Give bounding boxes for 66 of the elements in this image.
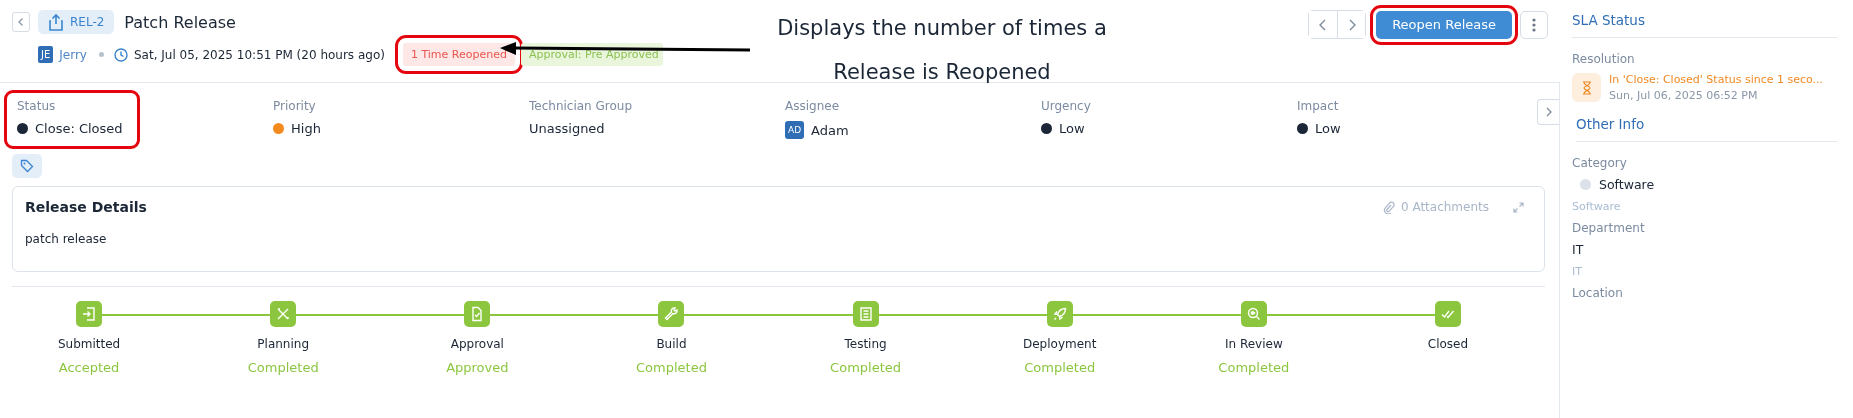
release-title: Patch Release <box>124 12 236 32</box>
field-label: Category <box>1572 156 1628 170</box>
field-label: Assignee <box>785 99 841 113</box>
field-subtext: IT <box>1572 265 1583 278</box>
stage-status: Completed <box>247 360 319 375</box>
expand-icon[interactable] <box>1513 201 1524 213</box>
assignee-avatar: AD <box>785 121 805 139</box>
field-value: Close: Closed <box>35 121 123 136</box>
field-value: High <box>291 121 321 136</box>
stage-status: Accepted <box>58 360 120 375</box>
tag-icon <box>20 159 34 173</box>
stage-name: Closed <box>1427 337 1469 351</box>
next-button[interactable] <box>1337 11 1366 38</box>
stage-status: Completed <box>1218 360 1290 375</box>
sla-time: Sun, Jul 06, 2025 06:52 PM <box>1609 89 1759 102</box>
back-button[interactable] <box>12 12 30 32</box>
author-name[interactable]: Jerry <box>59 47 87 62</box>
clock-icon <box>113 47 128 62</box>
field-label: Urgency <box>1041 99 1091 113</box>
card-title: Release Details <box>25 199 148 215</box>
author-avatar: JE <box>38 46 54 63</box>
stage-status: Completed <box>636 360 707 375</box>
field-value: Low <box>1059 121 1085 136</box>
field-value: IT <box>1572 242 1584 257</box>
field-subtext: Software <box>1572 200 1622 213</box>
paperclip-icon <box>1382 200 1395 214</box>
separator-dot <box>98 52 104 57</box>
tag-button[interactable] <box>12 154 42 178</box>
sla-message: In 'Close: Closed' Status since 1 seco... <box>1609 73 1824 86</box>
section-title: Other Info <box>1576 116 1837 142</box>
release-description: patch release <box>25 232 108 246</box>
field-label: Status <box>17 99 57 113</box>
share-icon <box>48 13 64 31</box>
release-id: REL-2 <box>70 15 105 29</box>
release-id-badge[interactable]: REL-2 <box>38 10 115 34</box>
field-value: Low <box>1315 121 1341 136</box>
attachments-link[interactable]: 0 Attachments <box>1382 200 1489 214</box>
created-time: Sat, Jul 05, 2025 10:51 PM (20 hours ago) <box>133 47 385 62</box>
field-label: Impact <box>1297 99 1340 113</box>
stage-name: Submitted <box>57 337 121 351</box>
kebab-menu-icon <box>1532 17 1536 32</box>
chevron-left-icon <box>16 17 26 27</box>
field-label: Location <box>1572 286 1624 300</box>
stage-name: Planning <box>257 337 310 351</box>
chevron-right-icon <box>1544 107 1553 117</box>
field-label: Resolution <box>1572 52 1636 66</box>
more-options-button[interactable] <box>1520 10 1548 39</box>
field-value: Unassigned <box>529 121 605 136</box>
hourglass-icon <box>1572 73 1601 102</box>
stage-status: Completed <box>830 360 901 375</box>
field-label: Technician Group <box>529 99 633 113</box>
annotation-text: Displays the number of times a Release is Reopened <box>776 15 1108 86</box>
field-label: Priority <box>273 99 317 113</box>
field-value: Adam <box>811 122 849 138</box>
field-label: Department <box>1572 221 1646 235</box>
stage-name: Build <box>656 337 687 351</box>
section-title: SLA Status <box>1572 12 1837 38</box>
reopen-release-button[interactable]: Reopen Release <box>1376 10 1512 39</box>
stage-name: Approval <box>450 337 504 351</box>
field-value: Software <box>1599 177 1655 192</box>
stage-status: Completed <box>1024 360 1096 375</box>
collapse-panel-button[interactable] <box>1537 99 1559 125</box>
stage-status: Approved <box>446 360 509 375</box>
stage-name: Deployment <box>1023 337 1097 351</box>
stage-name: In Review <box>1224 337 1283 351</box>
stage-name: Testing <box>844 337 887 351</box>
